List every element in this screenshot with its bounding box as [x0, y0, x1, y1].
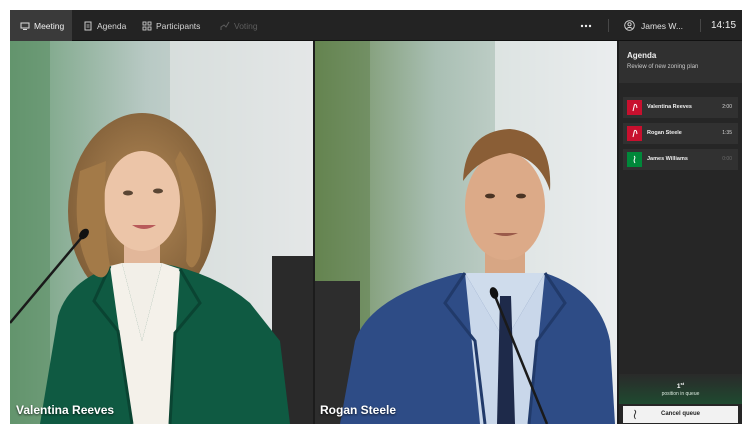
- speaker-name: James Williams: [647, 156, 688, 162]
- speaker-badge: [627, 100, 642, 115]
- tab-agenda[interactable]: Agenda: [83, 10, 126, 41]
- queue-status: 1st position in queue: [619, 374, 742, 404]
- tab-label: Participants: [156, 20, 201, 31]
- speaker-badge: [627, 126, 642, 141]
- user-menu[interactable]: James W...: [624, 10, 683, 41]
- speaker-name: Rogan Steele: [647, 130, 682, 136]
- tab-label: Meeting: [34, 20, 65, 31]
- panel-subtitle: Review of new zoning plan: [627, 64, 699, 70]
- speaker-time: 0:00: [722, 156, 732, 162]
- panel-header: Agenda Review of new zoning plan: [619, 41, 742, 83]
- tab-meeting[interactable]: Meeting: [10, 10, 72, 41]
- more-button[interactable]: [580, 10, 592, 41]
- video-tile-left[interactable]: Valentina Reeves: [10, 41, 313, 424]
- tab-voting[interactable]: Voting: [220, 10, 258, 41]
- participants-icon: [142, 21, 152, 30]
- speaker-row[interactable]: Valentina Reeves 2:00: [623, 97, 738, 118]
- tab-label: Voting: [234, 20, 258, 31]
- speaker-row[interactable]: James Williams 0:00: [623, 149, 738, 170]
- cancel-queue-label: Cancel queue: [660, 411, 700, 417]
- voting-icon: [220, 21, 230, 30]
- microphone-icon: [632, 103, 638, 112]
- user-icon: [624, 20, 635, 31]
- divider: [608, 19, 609, 32]
- clock: 14:15: [711, 20, 737, 31]
- tab-label: Agenda: [97, 20, 127, 31]
- tab-participants[interactable]: Participants: [142, 10, 200, 41]
- participant-video: [315, 41, 617, 424]
- panel-title: Agenda: [627, 51, 657, 60]
- speaker-badge: [627, 152, 642, 167]
- speaker-name: Valentina Reeves: [647, 104, 692, 110]
- participant-name: Rogan Steele: [320, 403, 397, 417]
- speaker-time: 1:35: [722, 130, 732, 136]
- document-icon: [84, 21, 92, 30]
- microphone-icon: [633, 155, 636, 164]
- more-icon: [580, 24, 592, 27]
- participant-video: [10, 41, 313, 424]
- meeting-icon: [20, 22, 30, 30]
- video-tile-right[interactable]: Rogan Steele: [315, 41, 617, 424]
- queue-position: 1st: [676, 381, 685, 391]
- participant-name: Valentina Reeves: [16, 403, 115, 417]
- microphone-icon: [632, 129, 638, 138]
- cancel-queue-button[interactable]: Cancel queue: [623, 406, 738, 423]
- divider: [700, 19, 701, 32]
- speaker-row[interactable]: Rogan Steele 1:35: [623, 123, 738, 144]
- top-bar: Meeting Agenda Participants Voting James…: [10, 10, 742, 41]
- user-name: James W...: [641, 20, 684, 31]
- app-frame: Meeting Agenda Participants Voting James…: [10, 10, 742, 424]
- queue-label: position in queue: [661, 391, 700, 397]
- speaker-time: 2:00: [722, 104, 732, 110]
- agenda-panel: Agenda Review of new zoning plan Valenti…: [619, 41, 742, 424]
